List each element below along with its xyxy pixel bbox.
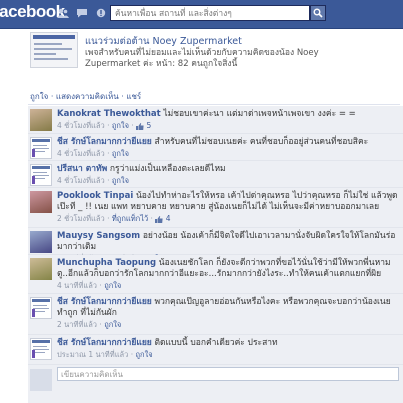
comment-item: ปรีสนา ตาทัพ กรูว่าแม่งเป็นเหลืองตะเลยดี… bbox=[28, 161, 403, 188]
commenter-name[interactable]: ชีส รักษ์โลกมากกว่ายีแยย bbox=[57, 297, 152, 307]
commenter-name[interactable]: ปรีสนา ตาทัพ bbox=[57, 164, 107, 174]
avatar[interactable] bbox=[30, 258, 52, 280]
avatar[interactable] bbox=[30, 164, 52, 186]
comment-meta: 4 ชั่วโมงที่แล้ว · ถูกใจ bbox=[57, 176, 129, 185]
comment-item: Mauysy Sangsom อย่างน้อย น้องเค้าก็มีจิต… bbox=[28, 228, 403, 263]
comment-item: ชีส รักษ์โลกมากกว่ายีแยย สำหรับคนที่ไม่ช… bbox=[28, 134, 403, 161]
comment-timestamp[interactable]: 4 ชั่วโมงที่แล้ว bbox=[57, 176, 105, 185]
comment-like-count[interactable]: 5 bbox=[144, 121, 152, 130]
avatar[interactable] bbox=[30, 338, 52, 360]
top-bar: facebook ค้นหาเพื่อน สถานที่ และสิ่งต่าง… bbox=[0, 0, 403, 29]
like-link[interactable]: ถูกใจ bbox=[112, 176, 129, 185]
thumbs-up-icon bbox=[136, 122, 144, 130]
comment-item: Munchupha Taopung น้องเนยชักโลก ก็ยังจะด… bbox=[28, 255, 403, 294]
comment-input[interactable]: เขียนความคิดเห็น bbox=[57, 367, 399, 381]
reply-box: เขียนความคิดเห็น bbox=[28, 365, 403, 403]
comment-item: Pooklook Tinpai น้องไปทำห่าอะไรให้หรอ เค… bbox=[28, 188, 403, 228]
comment-meta: 4 ชั่วโมงที่แล้ว · ถูกใจ · 5 bbox=[57, 121, 152, 130]
search-button[interactable] bbox=[310, 5, 326, 21]
comment-text: สำหรับคนที่ไม่ชอบเนยค่ะ คนที่ชอบก็ออยู่ส… bbox=[154, 137, 369, 147]
like-link[interactable]: ถูกใจ bbox=[104, 320, 121, 329]
comment-body: ชีส รักษ์โลกมากกว่ายีแยย ติดแบบนี้ บอกคำ… bbox=[57, 338, 400, 360]
comment-item: ชีส รักษ์โลกมากกว่ายีแยย พวกคุณเป๊ญอูลาย… bbox=[28, 294, 403, 335]
post-actions[interactable]: ถูกใจ · แสดงความคิดเห็น · แชร์ bbox=[30, 90, 141, 103]
comment-body: Pooklook Tinpai น้องไปทำห่าอะไรให้หรอ เค… bbox=[57, 191, 400, 224]
avatar[interactable] bbox=[30, 137, 52, 159]
comment-meta: 2 นาทีที่แล้ว · ถูกใจ bbox=[57, 320, 122, 329]
commenter-name[interactable]: Munchupha Taopung bbox=[57, 258, 156, 268]
commenter-name[interactable]: Mauysy Sangsom bbox=[57, 231, 140, 241]
comment-meta: ประมาณ 1 นาทีที่แล้ว · ถูกใจ bbox=[57, 350, 153, 359]
comment-body: ชีส รักษ์โลกมากกว่ายีแยย สำหรับคนที่ไม่ช… bbox=[57, 137, 400, 159]
avatar[interactable] bbox=[30, 109, 52, 131]
divider bbox=[28, 104, 400, 105]
facebook-logo[interactable]: facebook bbox=[0, 2, 65, 22]
comment-body: Kanokrat Thewokthat ไม่ชอบเขาค่ะนา แต่มา… bbox=[57, 109, 400, 131]
comment-timestamp[interactable]: 2 นาทีที่แล้ว bbox=[57, 320, 97, 329]
link-page-prefix: หน้า: bbox=[156, 59, 178, 69]
link-likes-count: 82 คนถูกใจสิ่งนี้ bbox=[177, 59, 238, 69]
commenter-name[interactable]: ชีส รักษ์โลกมากกว่ายีแยย bbox=[57, 137, 152, 147]
comment-body: ชีส รักษ์โลกมากกว่ายีแยย พวกคุณเป๊ญอูลาย… bbox=[57, 297, 400, 330]
link-thumbnail[interactable] bbox=[30, 32, 78, 68]
comment-timestamp[interactable]: 4 นาทีที่แล้ว bbox=[57, 281, 97, 290]
link-title[interactable]: แนวร่วมต่อต้าน Noey Zupermarket bbox=[85, 34, 242, 49]
search-icon bbox=[313, 8, 323, 18]
like-link[interactable]: ถูกใจ bbox=[112, 149, 129, 158]
comment-timestamp[interactable]: 4 ชั่วโมงที่แล้ว bbox=[57, 149, 105, 158]
commenter-name[interactable]: Kanokrat Thewokthat bbox=[57, 109, 161, 119]
comment-text: กรูว่าแม่งเป็นเหลืองตะเลยดีไหม bbox=[109, 164, 226, 174]
like-link[interactable]: ถูกใจ bbox=[112, 121, 129, 130]
comment-timestamp[interactable]: 2 ชั่วโมงที่แล้ว bbox=[57, 214, 105, 223]
comment-meta: 2 ชั่วโมงที่แล้ว · ที่ถูกแท็กไว้ · 4 bbox=[57, 214, 171, 223]
comment-item: ชีส รักษ์โลกมากกว่ายีแยย ติดแบบนี้ บอกคำ… bbox=[28, 335, 403, 365]
comment-meta: 4 นาทีที่แล้ว · ถูกใจ bbox=[57, 281, 122, 290]
like-link[interactable]: ที่ถูกแท็กไว้ bbox=[112, 214, 148, 223]
search-input[interactable]: ค้นหาเพื่อน สถานที่ และสิ่งต่างๆ bbox=[110, 5, 310, 21]
comment-text: ไม่ชอบเขาค่ะนา แต่มาด่าเพจหน้าเพจเขา งงค… bbox=[163, 109, 356, 119]
avatar bbox=[30, 369, 52, 391]
friend-requests-icon[interactable] bbox=[57, 8, 69, 18]
avatar[interactable] bbox=[30, 297, 52, 319]
avatar[interactable] bbox=[30, 191, 52, 213]
commenter-name[interactable]: ชีส รักษ์โลกมากกว่ายีแยย bbox=[57, 338, 152, 348]
comment-timestamp[interactable]: ประมาณ 1 นาทีที่แล้ว bbox=[57, 350, 128, 359]
like-link[interactable]: ถูกใจ bbox=[104, 281, 121, 290]
notification-jewels bbox=[57, 8, 111, 21]
messages-icon[interactable] bbox=[76, 8, 87, 18]
comment-like-count[interactable]: 4 bbox=[163, 214, 171, 223]
commenter-name[interactable]: Pooklook Tinpai bbox=[57, 191, 133, 201]
like-link[interactable]: ถูกใจ bbox=[136, 350, 153, 359]
comment-body: ปรีสนา ตาทัพ กรูว่าแม่งเป็นเหลืองตะเลยดี… bbox=[57, 164, 400, 186]
shared-link-card[interactable]: แนวร่วมต่อต้าน Noey Zupermarket เพจสำหรั… bbox=[30, 32, 370, 77]
link-description: เพจสำหรับคนที่ไม่ยอมและไม่เห็นด้วยกับควา… bbox=[85, 48, 375, 70]
comment-body: Munchupha Taopung น้องเนยชักโลก ก็ยังจะด… bbox=[57, 258, 400, 291]
comment-timestamp[interactable]: 4 ชั่วโมงที่แล้ว bbox=[57, 121, 105, 130]
comment-text: ติดแบบนี้ บอกคำเดียวค่ะ ประสาท bbox=[154, 338, 278, 348]
comment-meta: 4 ชั่วโมงที่แล้ว · ถูกใจ bbox=[57, 149, 129, 158]
notifications-icon[interactable] bbox=[95, 8, 106, 18]
comment-item: Kanokrat Thewokthat ไม่ชอบเขาค่ะนา แต่มา… bbox=[28, 106, 403, 134]
avatar[interactable] bbox=[30, 231, 52, 253]
